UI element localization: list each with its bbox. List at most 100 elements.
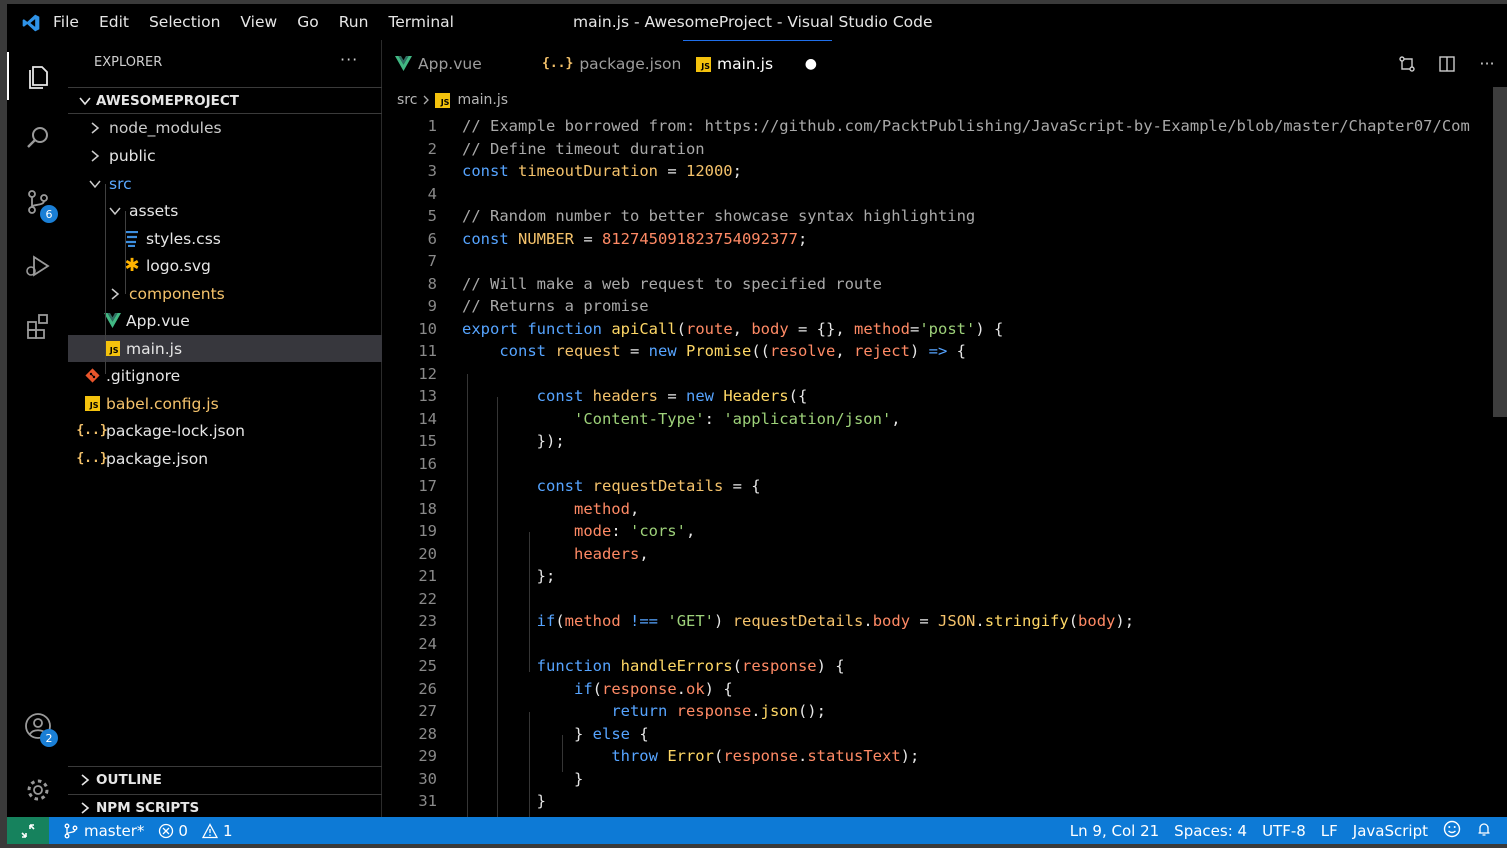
notifications-icon[interactable] <box>1476 821 1492 841</box>
folder-item[interactable]: assets <box>68 197 382 224</box>
code-line[interactable]: return response.json(); <box>462 700 826 723</box>
explorer-icon[interactable] <box>7 52 68 100</box>
outline-panel[interactable]: OUTLINE <box>68 766 382 793</box>
file-item[interactable]: ✱ logo.svg <box>68 252 382 279</box>
code-line[interactable]: } <box>462 768 583 791</box>
code-line[interactable]: throw Error(response.statusText); <box>462 745 919 768</box>
more-actions-button[interactable]: ··· <box>340 50 358 69</box>
line-number: 20 <box>418 544 437 563</box>
tab-package-json[interactable]: {..} package.json <box>529 40 683 87</box>
tab-label: App.vue <box>418 54 482 73</box>
code-token: 'cors' <box>629 522 686 540</box>
more-actions-icon[interactable]: ··· <box>1467 54 1507 73</box>
code-token: method <box>564 612 621 630</box>
code-token: NUMBER <box>518 229 574 248</box>
code-token: ( <box>713 747 724 765</box>
end-of-line[interactable]: LF <box>1321 822 1338 840</box>
menu-edit[interactable]: Edit <box>99 13 129 31</box>
code-line[interactable]: }); <box>462 430 565 453</box>
code-line[interactable]: // Random number to better showcase synt… <box>462 205 975 228</box>
line-number: 29 <box>418 747 437 765</box>
folder-item[interactable]: public <box>68 142 382 169</box>
extensions-icon[interactable] <box>7 302 68 350</box>
code-line[interactable]: 'Content-Type': 'application/json', <box>462 408 901 431</box>
menu-selection[interactable]: Selection <box>149 13 220 31</box>
menu-file[interactable]: File <box>53 13 79 31</box>
code-token: const <box>536 477 593 495</box>
code-line[interactable]: } <box>462 790 546 813</box>
breadcrumb-folder[interactable]: src <box>397 92 417 108</box>
source-control-icon[interactable]: 6 <box>7 178 68 226</box>
code-line[interactable]: } else { <box>462 723 649 746</box>
feedback-icon[interactable] <box>1443 820 1461 842</box>
outline-label: OUTLINE <box>96 772 162 788</box>
editor-actions: ··· <box>1387 40 1507 87</box>
tab-main-js[interactable]: JS main.js ● <box>683 40 832 87</box>
code-line[interactable]: const request = new Promise((resolve, re… <box>462 340 966 363</box>
folder-item[interactable]: node_modules <box>68 114 382 141</box>
encoding[interactable]: UTF-8 <box>1262 822 1306 840</box>
branch-status[interactable]: master* <box>63 822 144 840</box>
unsaved-dot-icon[interactable]: ● <box>805 56 817 72</box>
folder-item[interactable]: src <box>68 170 382 197</box>
code-line[interactable]: // Will make a web request to specified … <box>462 273 882 296</box>
accounts-icon[interactable]: 2 <box>7 702 68 750</box>
indentation[interactable]: Spaces: 4 <box>1174 822 1247 840</box>
settings-gear-icon[interactable] <box>7 766 68 814</box>
code-line[interactable]: // Returns a promise <box>462 295 649 318</box>
split-editor-icon[interactable] <box>1427 54 1467 74</box>
code-token: method <box>573 499 630 518</box>
editor-scrollbar[interactable] <box>1493 87 1507 417</box>
explorer-header: EXPLORER <box>94 55 163 70</box>
code-line[interactable]: if(method !== 'GET') requestDetails.body… <box>462 610 1134 633</box>
code-line[interactable]: const timeoutDuration = 12000; <box>462 160 742 183</box>
menu-run[interactable]: Run <box>339 13 369 31</box>
folder-item[interactable]: components <box>68 280 382 307</box>
scm-badge: 6 <box>40 205 58 223</box>
branch-name: master* <box>84 821 145 840</box>
line-number: 5 <box>427 207 437 225</box>
code-line[interactable]: // Example borrowed from: https://github… <box>462 115 1470 138</box>
code-token: ( <box>555 612 565 630</box>
search-icon[interactable] <box>7 114 68 162</box>
file-item[interactable]: styles.css <box>68 225 382 252</box>
code-token: const <box>462 162 518 180</box>
menu-view[interactable]: View <box>240 13 277 31</box>
file-item[interactable]: JS main.js <box>68 335 382 362</box>
chevron-right-icon <box>423 95 430 105</box>
menu-terminal[interactable]: Terminal <box>388 13 454 31</box>
file-item[interactable]: {..} package.json <box>68 445 382 472</box>
code-line[interactable]: const requestDetails = { <box>462 475 761 498</box>
file-item[interactable]: {..} package-lock.json <box>68 417 382 444</box>
breadcrumb-file[interactable]: main.js <box>457 92 508 108</box>
language-mode[interactable]: JavaScript <box>1353 822 1428 840</box>
file-item[interactable]: App.vue <box>68 307 382 334</box>
menu-go[interactable]: Go <box>297 13 319 31</box>
tab-app-vue[interactable]: App.vue <box>382 40 529 87</box>
code-line[interactable]: // Define timeout duration <box>462 138 705 161</box>
json-file-icon: {..} <box>76 451 108 466</box>
chevron-right-icon <box>81 802 90 814</box>
open-changes-icon[interactable] <box>1387 54 1427 74</box>
remote-icon[interactable] <box>7 817 49 844</box>
file-item[interactable]: JS babel.config.js <box>68 390 382 417</box>
code-line[interactable]: if(response.ok) { <box>462 678 733 701</box>
code-line[interactable]: method, <box>462 498 639 521</box>
code-line[interactable]: }; <box>462 565 556 588</box>
code-line[interactable]: const headers = new Headers({ <box>462 385 808 408</box>
file-item[interactable]: .gitignore <box>68 362 382 389</box>
run-debug-icon[interactable] <box>7 242 68 290</box>
problems-status[interactable]: 0 1 <box>158 822 233 840</box>
code-token: statusText <box>807 747 901 765</box>
code-editor[interactable]: 1 // Example borrowed from: https://githu… <box>382 112 1507 817</box>
cursor-position[interactable]: Ln 9, Col 21 <box>1070 822 1159 840</box>
code-line[interactable]: export function apiCall(route, body = {}… <box>462 318 1003 341</box>
code-line[interactable]: function handleErrors(response) { <box>462 655 845 678</box>
code-token: request <box>555 342 621 360</box>
indent-guide <box>497 397 498 817</box>
breadcrumb: src JS main.js <box>397 92 508 108</box>
code-line[interactable]: const NUMBER = 812745091823754092377; <box>462 228 807 251</box>
project-root[interactable]: AWESOMEPROJECT <box>68 87 382 114</box>
code-line[interactable]: headers, <box>462 543 649 566</box>
